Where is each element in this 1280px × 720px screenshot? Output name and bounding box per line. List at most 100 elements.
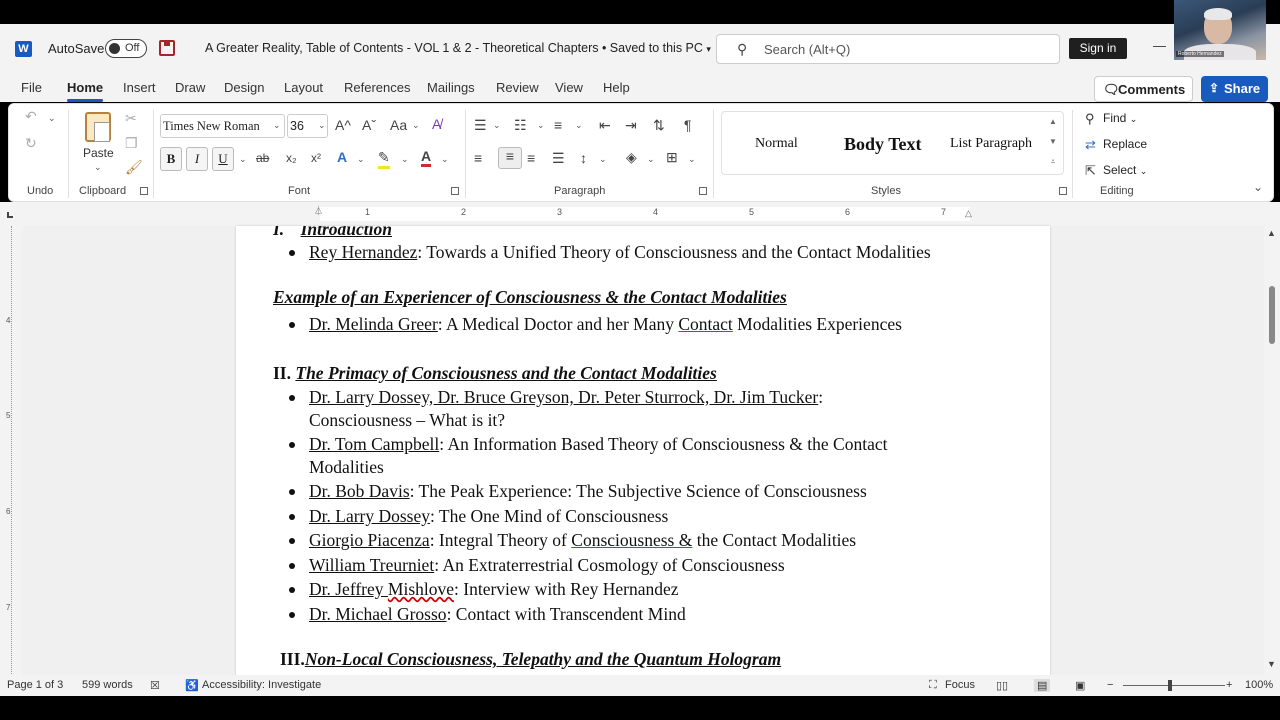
style-normal[interactable]: Normal (755, 136, 798, 152)
chevron-down-icon[interactable]: ⌄ (493, 120, 501, 131)
web-layout-icon[interactable]: ▣ (1075, 679, 1085, 692)
decrease-indent-icon[interactable]: ⇤ (599, 117, 611, 134)
undo-dropdown-icon[interactable]: ⌄ (48, 113, 56, 124)
tab-layout[interactable]: Layout (284, 80, 323, 95)
styles-launcher-icon[interactable] (1059, 187, 1067, 195)
copy-icon[interactable]: ❐ (125, 135, 138, 152)
change-case-button[interactable]: Aa (390, 117, 407, 133)
print-layout-icon[interactable]: ▤ (1034, 679, 1051, 692)
cut-icon[interactable]: ✂ (125, 110, 137, 127)
zoom-slider[interactable] (1123, 685, 1225, 686)
more-styles-icon[interactable]: ⩡ (1046, 152, 1060, 172)
superscript-button[interactable]: x² (311, 151, 321, 165)
tab-home[interactable]: Home (67, 80, 103, 95)
chevron-down-icon[interactable]: ⌄ (441, 154, 449, 165)
highlight-icon[interactable]: ✎ (378, 149, 390, 169)
chevron-down-icon[interactable]: ⌄ (647, 154, 655, 165)
save-icon[interactable] (159, 40, 175, 56)
chevron-down-icon[interactable]: ⌄ (412, 120, 420, 131)
clear-formatting-icon[interactable]: A̸ (432, 116, 441, 132)
word-count[interactable]: 599 words (82, 679, 133, 691)
scroll-down-icon[interactable]: ▼ (1267, 659, 1276, 669)
paste-button[interactable]: Paste (83, 146, 114, 160)
line-spacing-icon[interactable]: ↕ (580, 150, 587, 166)
share-button[interactable]: ⇪ Share (1201, 76, 1268, 102)
tab-help[interactable]: Help (603, 80, 630, 95)
redo-icon[interactable]: ↻ (25, 135, 37, 152)
subscript-button[interactable]: x₂ (286, 151, 297, 165)
multilevel-list-icon[interactable]: ≡ (554, 117, 562, 133)
show-formatting-button[interactable]: ¶ (684, 117, 692, 133)
right-indent-marker-icon[interactable]: △ (965, 208, 972, 219)
font-color-icon[interactable]: A (421, 148, 432, 167)
comments-button[interactable]: 🗨 Comments (1094, 76, 1193, 102)
paragraph-launcher-icon[interactable] (699, 187, 707, 195)
paste-icon[interactable] (85, 112, 111, 142)
read-mode-icon[interactable]: ▯▯ (996, 679, 1008, 692)
scroll-up-icon[interactable]: ▲ (1267, 228, 1276, 238)
zoom-in-button[interactable]: + (1226, 679, 1232, 691)
borders-icon[interactable]: ⊞ (666, 149, 678, 166)
chevron-down-icon[interactable]: ⌄ (401, 154, 409, 165)
italic-button[interactable]: I (186, 147, 208, 171)
tab-selector-icon[interactable] (7, 212, 13, 218)
document-page[interactable]: I. Introduction Rey Hernandez: Towards a… (236, 226, 1050, 678)
search-input[interactable]: ⚲ Search (Alt+Q) (716, 34, 1060, 64)
chevron-down-icon[interactable]: ⌄ (688, 154, 696, 165)
chevron-down-icon[interactable]: ⌄ (239, 154, 247, 165)
tab-view[interactable]: View (555, 80, 583, 95)
increase-indent-icon[interactable]: ⇥ (625, 117, 637, 134)
style-list-paragraph[interactable]: List Paragraph (950, 136, 1032, 152)
chevron-up-icon[interactable]: ▲ (1046, 112, 1060, 132)
font-launcher-icon[interactable] (451, 187, 459, 195)
chevron-down-icon[interactable]: ⌄ (599, 154, 607, 165)
bold-button[interactable]: B (160, 147, 182, 171)
minimize-button[interactable]: — (1153, 38, 1166, 53)
undo-icon[interactable]: ↶ (25, 108, 37, 125)
strikethrough-button[interactable]: ab (256, 151, 269, 165)
style-body-text[interactable]: Body Text (844, 134, 922, 155)
align-center-icon[interactable]: ≡ (498, 147, 522, 169)
font-name-select[interactable]: Times New Roman (160, 114, 285, 138)
zoom-out-button[interactable]: − (1107, 679, 1113, 691)
justify-icon[interactable]: ☰ (552, 150, 565, 167)
chevron-down-icon[interactable]: ⌄ (537, 120, 545, 131)
tab-references[interactable]: References (344, 80, 410, 95)
collapse-ribbon-icon[interactable]: ⌄ (1253, 180, 1263, 194)
vertical-scrollbar[interactable]: ▲ ▼ (1264, 226, 1280, 678)
focus-button[interactable]: Focus (945, 679, 975, 691)
align-right-icon[interactable]: ≡ (527, 150, 535, 166)
shrink-font-button[interactable]: Aˇ (362, 117, 376, 133)
tab-draw[interactable]: Draw (175, 80, 205, 95)
tab-insert[interactable]: Insert (123, 80, 156, 95)
chevron-down-icon[interactable]: ⌄ (357, 154, 365, 165)
document-title[interactable]: A Greater Reality, Table of Contents - V… (205, 41, 711, 55)
proofing-icon[interactable]: ☒ (150, 679, 160, 692)
chevron-down-icon[interactable]: ⌄ (273, 120, 281, 131)
paste-dropdown-icon[interactable]: ⌄ (94, 162, 102, 173)
find-button[interactable]: ⚲ Find ⌄ (1085, 111, 1137, 126)
format-painter-icon[interactable]: 🖌 (125, 159, 143, 176)
zoom-level[interactable]: 100% (1245, 679, 1273, 691)
bullets-icon[interactable]: ☰ (474, 117, 487, 134)
tab-mailings[interactable]: Mailings (427, 80, 475, 95)
indent-marker-icon[interactable]: ⏃ (314, 204, 323, 217)
tab-design[interactable]: Design (224, 80, 264, 95)
clipboard-launcher-icon[interactable] (140, 187, 148, 195)
sort-icon[interactable]: ⇅ (653, 117, 665, 134)
chevron-down-icon[interactable]: ▼ (1046, 132, 1060, 152)
zoom-slider-thumb[interactable] (1168, 680, 1172, 691)
underline-button[interactable]: U (212, 147, 234, 171)
autosave-toggle[interactable]: Off (105, 39, 147, 58)
chevron-down-icon[interactable]: ⌄ (318, 120, 326, 131)
numbering-icon[interactable]: ☷ (514, 117, 527, 134)
shading-icon[interactable]: ◈ (626, 149, 637, 166)
scrollbar-thumb[interactable] (1269, 286, 1275, 344)
chevron-down-icon[interactable]: ⌄ (575, 120, 583, 131)
page-count[interactable]: Page 1 of 3 (7, 679, 63, 691)
tab-review[interactable]: Review (496, 80, 539, 95)
grow-font-button[interactable]: A^ (335, 117, 351, 133)
align-left-icon[interactable]: ≡ (474, 150, 482, 166)
sign-in-button[interactable]: Sign in (1069, 38, 1127, 59)
replace-button[interactable]: ⇄ Replace (1085, 137, 1147, 152)
